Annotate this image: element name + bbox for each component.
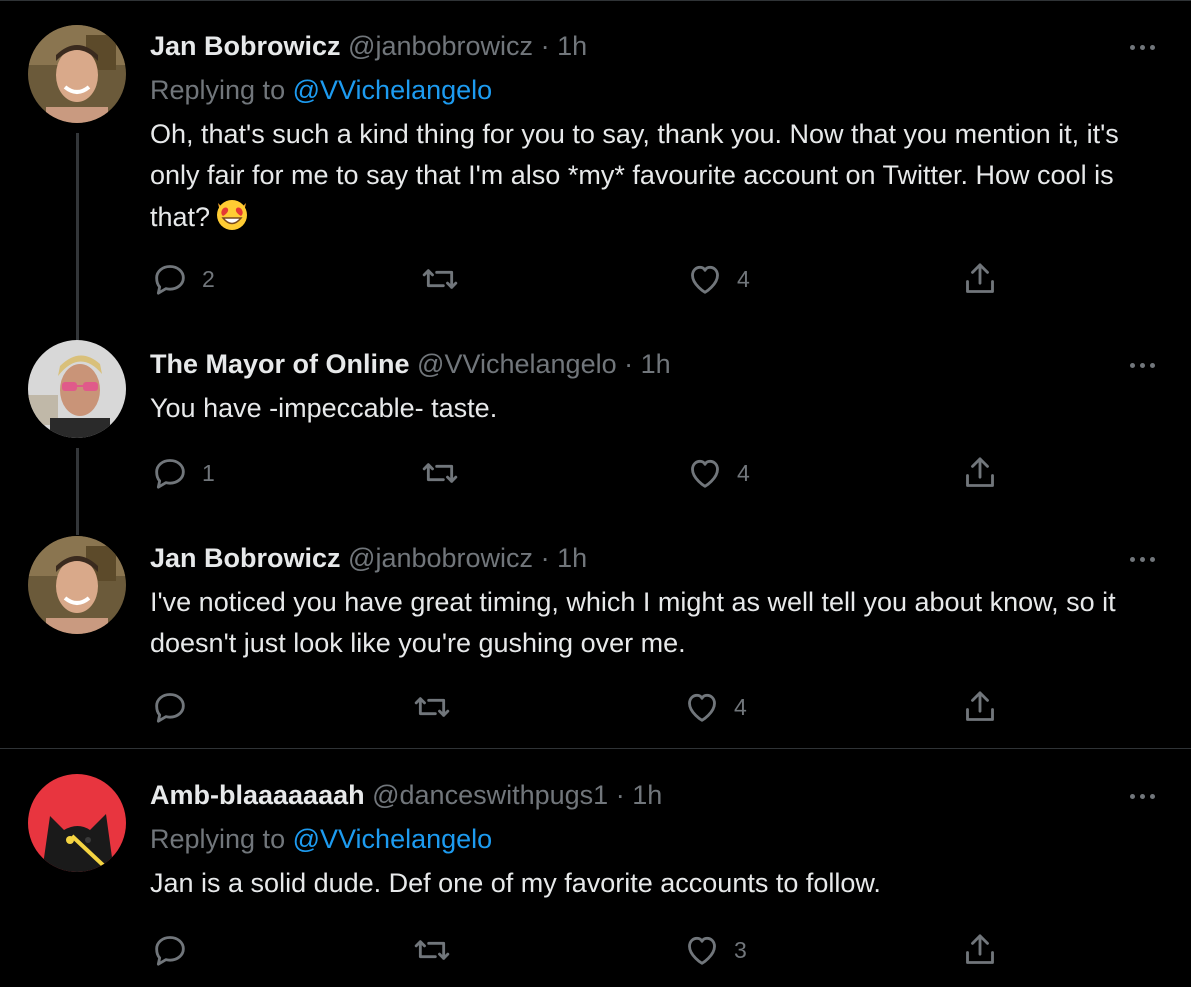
tweet-text-content: Oh, that's such a kind thing for you to … — [150, 119, 1119, 232]
timestamp[interactable]: 1h — [632, 780, 662, 810]
like-button[interactable]: 3 — [682, 930, 747, 970]
retweet-button[interactable] — [420, 259, 472, 299]
like-count: 4 — [734, 693, 747, 720]
tweet-text: I've noticed you have great timing, whic… — [150, 582, 1170, 664]
reply-count: 1 — [202, 459, 215, 486]
like-button[interactable]: 4 — [682, 687, 747, 727]
author-handle[interactable]: @janbobrowicz — [348, 31, 533, 61]
like-icon — [688, 693, 716, 722]
more-icon[interactable] — [1122, 549, 1162, 569]
reply-icon — [155, 936, 185, 966]
replying-to: Replying to @VVichelangelo — [150, 72, 492, 108]
like-count: 4 — [737, 459, 750, 486]
tweet-text-content: Jan is a solid dude. Def one of my favor… — [150, 868, 881, 898]
reply-button[interactable] — [150, 930, 202, 970]
mention-link[interactable]: @VVichelangelo — [293, 824, 493, 854]
timestamp[interactable]: 1h — [641, 349, 671, 379]
timestamp[interactable]: 1h — [557, 31, 587, 61]
like-button[interactable]: 4 — [685, 453, 750, 493]
timestamp[interactable]: 1h — [557, 543, 587, 573]
replying-to: Replying to @VVichelangelo — [150, 821, 492, 857]
share-icon — [966, 691, 994, 721]
share-button[interactable] — [960, 453, 1000, 493]
separator-dot: · — [540, 31, 550, 61]
author-handle[interactable]: @VVichelangelo — [417, 349, 617, 379]
author-name[interactable]: Jan Bobrowicz — [150, 31, 341, 61]
tweet-1[interactable]: Jan Bobrowicz @janbobrowicz · 1h Replyin… — [0, 0, 1191, 340]
retweet-icon — [414, 940, 450, 960]
avatar-jan-bobrowicz[interactable] — [28, 536, 126, 634]
more-icon[interactable] — [1122, 786, 1162, 806]
tweet-actions: 2 4 — [150, 259, 1010, 299]
tweet-4[interactable]: Amb-blaaaaaaah @danceswithpugs1 · 1h Rep… — [0, 749, 1191, 987]
share-icon — [966, 457, 994, 487]
author-name[interactable]: The Mayor of Online — [150, 349, 410, 379]
avatar-the-mayor-of-online[interactable] — [28, 340, 126, 438]
tweet-2[interactable]: The Mayor of Online @VVichelangelo · 1h … — [0, 340, 1191, 535]
like-count: 4 — [737, 265, 750, 292]
retweet-icon — [422, 463, 458, 483]
heart-eyes-emoji-icon — [214, 196, 250, 244]
like-icon — [688, 936, 716, 965]
thread-connector — [76, 448, 79, 535]
like-button[interactable]: 4 — [685, 259, 750, 299]
retweet-button[interactable] — [420, 453, 472, 493]
reply-count: 2 — [202, 265, 215, 292]
tweet-actions: 3 — [150, 930, 1010, 970]
reply-button[interactable] — [150, 687, 202, 727]
share-button[interactable] — [960, 930, 1000, 970]
like-icon — [691, 265, 719, 294]
tweet-text: Jan is a solid dude. Def one of my favor… — [150, 863, 1170, 904]
reply-icon — [155, 693, 185, 723]
tweet-text-content: You have -impeccable- taste. — [150, 393, 498, 423]
tweet-text: You have -impeccable- taste. — [150, 388, 1170, 429]
retweet-button[interactable] — [412, 930, 464, 970]
like-icon — [691, 459, 719, 488]
tweet-3[interactable]: Jan Bobrowicz @janbobrowicz · 1h I've no… — [0, 535, 1191, 748]
more-icon[interactable] — [1122, 37, 1162, 57]
retweet-icon — [422, 269, 458, 289]
tweet-text: Oh, that's such a kind thing for you to … — [150, 114, 1170, 244]
tweet-header: The Mayor of Online @VVichelangelo · 1h — [150, 346, 671, 382]
reply-icon — [155, 265, 185, 295]
share-icon — [966, 934, 994, 964]
share-button[interactable] — [960, 687, 1000, 727]
mention-link[interactable]: @VVichelangelo — [293, 75, 493, 105]
retweet-button[interactable] — [412, 687, 464, 727]
more-icon[interactable] — [1122, 355, 1162, 375]
author-handle[interactable]: @danceswithpugs1 — [372, 780, 608, 810]
reply-button[interactable]: 2 — [150, 259, 215, 299]
retweet-icon — [414, 697, 450, 717]
author-name[interactable]: Amb-blaaaaaaah — [150, 780, 365, 810]
avatar-amb-blaaaaaaah[interactable] — [28, 774, 126, 872]
share-icon — [966, 263, 994, 293]
tweet-text-content: I've noticed you have great timing, whic… — [150, 587, 1116, 658]
like-count: 3 — [734, 936, 747, 963]
tweet-header: Jan Bobrowicz @janbobrowicz · 1h — [150, 28, 587, 64]
replying-to-label: Replying to — [150, 824, 286, 854]
avatar-jan-bobrowicz[interactable] — [28, 25, 126, 123]
separator-dot: · — [624, 349, 634, 379]
author-name[interactable]: Jan Bobrowicz — [150, 543, 341, 573]
separator-dot: · — [540, 543, 550, 573]
tweet-actions: 4 — [150, 687, 1010, 727]
replying-to-label: Replying to — [150, 75, 286, 105]
separator-dot: · — [615, 780, 625, 810]
author-handle[interactable]: @janbobrowicz — [348, 543, 533, 573]
thread-connector — [76, 133, 79, 340]
tweet-actions: 1 4 — [150, 453, 1010, 493]
share-button[interactable] — [960, 259, 1000, 299]
tweet-header: Amb-blaaaaaaah @danceswithpugs1 · 1h — [150, 777, 662, 813]
reply-icon — [155, 459, 185, 489]
tweet-header: Jan Bobrowicz @janbobrowicz · 1h — [150, 540, 587, 576]
reply-button[interactable]: 1 — [150, 453, 215, 493]
